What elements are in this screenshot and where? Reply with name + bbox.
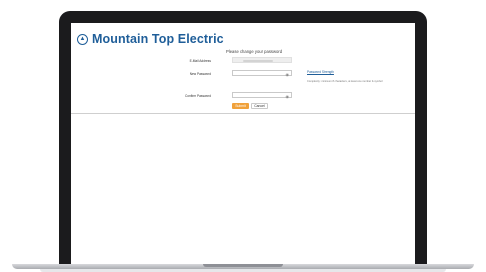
- eye-icon[interactable]: ◉: [286, 94, 290, 99]
- form-heading: Please change your password: [226, 49, 283, 54]
- new-password-label: New Password: [189, 72, 211, 76]
- confirm-password-label: Confirm Password: [184, 94, 211, 98]
- cancel-button[interactable]: Cancel: [251, 103, 268, 109]
- password-strength-link[interactable]: Password Strength: [307, 70, 334, 74]
- email-value-redacted: [243, 60, 273, 62]
- brand-name: Mountain Top Electric: [92, 32, 224, 46]
- screen: ▲ Mountain Top Electric Please change yo…: [71, 23, 415, 264]
- brand-header: ▲ Mountain Top Electric: [77, 32, 224, 46]
- password-help-text: Complexity: minimum 8 characters, at lea…: [307, 80, 383, 83]
- new-password-field[interactable]: ◉: [232, 70, 292, 77]
- mountain-logo-icon: ▲: [77, 33, 88, 45]
- laptop-base-notch: [203, 264, 283, 267]
- eye-icon[interactable]: ◉: [286, 72, 290, 77]
- email-label: E-Mail Address: [189, 59, 211, 63]
- confirm-password-field[interactable]: ◉: [232, 92, 292, 99]
- email-field: [232, 57, 292, 63]
- page-divider: [71, 113, 415, 114]
- submit-button[interactable]: Submit: [232, 103, 249, 109]
